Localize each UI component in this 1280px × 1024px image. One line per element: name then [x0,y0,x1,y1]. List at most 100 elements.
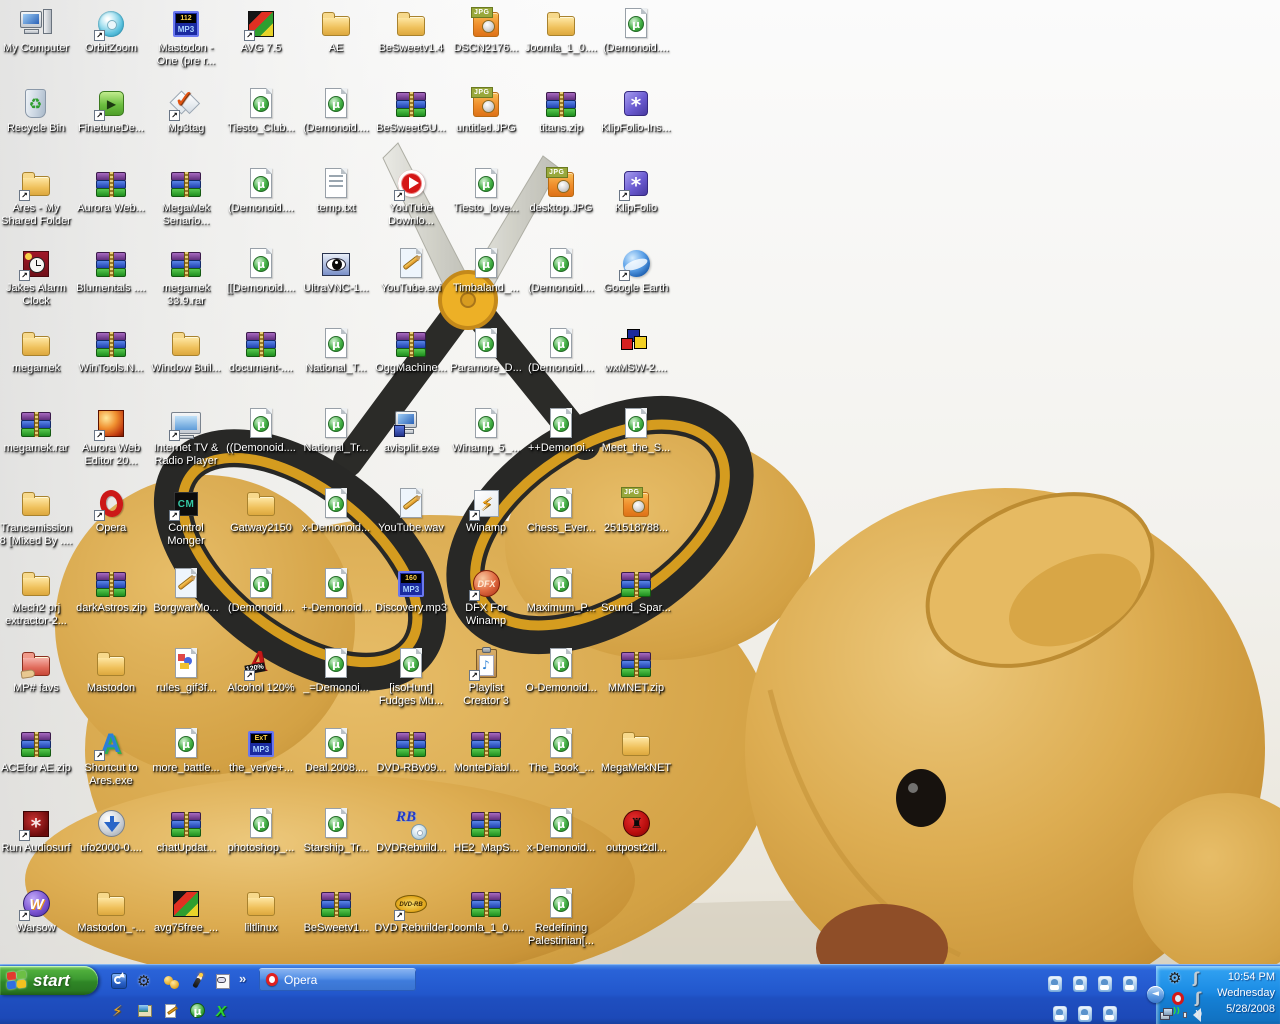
desktop-icon-x-demonoid[interactable]: µx-Demonoid... [522,807,600,855]
desktop-icon-opera[interactable]: ↗Opera [72,487,150,535]
desktop-icon-joomla-1-0[interactable]: Joomla_1_0..... [447,887,525,935]
quicklaunch-dynamite-icon[interactable] [189,973,206,990]
desktop-icon-outpost2dl[interactable]: ♜outpost2dl... [597,807,675,855]
tray-overflow-icon[interactable] [1048,976,1062,992]
desktop-icon-demonoid[interactable]: µ[[Demonoid.... [222,247,300,295]
desktop-icon-avg-7-5[interactable]: ↗AVG 7.5 [222,7,300,55]
quick-launch-more-chevron[interactable]: » [239,971,246,987]
tray-gray-swoosh-icon[interactable]: ʃ [1192,990,1210,1007]
desktop-icon-chatupdat[interactable]: chatUpdat... [147,807,225,855]
desktop-icon-he2-maps[interactable]: HE2_MapS... [447,807,525,855]
desktop-icon-demonoi[interactable]: µ++Demonoi... [522,407,600,455]
quicklaunch-xfire-x-icon[interactable]: X [215,1003,232,1020]
desktop-icon-shortcut-to-ares-exe[interactable]: A↗Shortcut to Ares.exe [72,727,150,788]
desktop-icon-blumentals[interactable]: Blumentals .... [72,247,150,295]
desktop-icon-mp-favs[interactable]: MP# favs [0,647,75,695]
desktop-icon-demonoid[interactable]: µ(Demonoid.... [297,87,375,135]
desktop-icon-the-verve[interactable]: ExTMP3the_verve+... [222,727,300,775]
desktop-icon-dfx-for-winamp[interactable]: DFX↗DFX For Winamp [447,567,525,628]
tray-chevron-button[interactable]: ◄ [1147,986,1164,1003]
desktop-icon-playlist-creator-3[interactable]: ♪↗Playlist Creator 3 [447,647,525,708]
task-button-opera[interactable]: Opera [259,968,416,991]
desktop-icon-google-earth[interactable]: ↗Google Earth [597,247,675,295]
desktop-icon-ufo2000-0[interactable]: ufo2000-0.... [72,807,150,855]
tray-overflow-icon[interactable] [1103,1006,1117,1022]
desktop-icon-klipfolio-ins[interactable]: *KlipFolio-Ins... [597,87,675,135]
desktop-icon-run-audiosurf[interactable]: *↗Run Audiosurf [0,807,75,855]
tray-overflow-icon[interactable] [1078,1006,1092,1022]
desktop-icon-internet-tv-radio-player[interactable]: ↗Internet TV & Radio Player [147,407,225,468]
desktop-icon-251518788[interactable]: JPG251518788... [597,487,675,535]
desktop-icon-national-t[interactable]: µNational_T... [297,327,375,375]
desktop-icon-darkastros-zip[interactable]: darkAstros.zip [72,567,150,615]
tray-opera-icon[interactable] [1170,990,1188,1007]
desktop-icon-youtube-avi[interactable]: YouTube.avi [372,247,450,295]
desktop-icon-winamp[interactable]: ⚡↗Winamp [447,487,525,535]
desktop-icon-timbaland[interactable]: µTimbaland_... [447,247,525,295]
desktop-icon-redefining-palestinian[interactable]: µRedefining Palestinian[... [522,887,600,948]
desktop-icon-youtube-downlo[interactable]: ↗YouTube Downlo... [372,167,450,228]
desktop-icon-rules-gif3f[interactable]: rules_gif3f... [147,647,225,695]
desktop-icon-dscn2176[interactable]: JPGDSCN2176... [447,7,525,55]
desktop-icon-megamek-33-9-rar[interactable]: megamek 33.9.rar [147,247,225,308]
desktop-icon-national-tr[interactable]: µNational_Tr... [297,407,375,455]
desktop-icon-temp-txt[interactable]: temp.txt [297,167,375,215]
desktop-icon-finetunede[interactable]: ▶↗FinetuneDe... [72,87,150,135]
desktop-icon-avg75free[interactable]: avg75free_... [147,887,225,935]
desktop-icon-demonoi[interactable]: µ_=Demonoi... [297,647,375,695]
desktop-icon-untitled-jpg[interactable]: JPGuntitled.JPG [447,87,525,135]
desktop-icon-chess-ever[interactable]: µChess_Ever... [522,487,600,535]
desktop-icon-x-demonoid[interactable]: µx-Demonoid... [297,487,375,535]
desktop-icon-orbitzoom[interactable]: ↗OrbitZoom [72,7,150,55]
desktop-icon-document[interactable]: document-.... [222,327,300,375]
desktop-icon-ae[interactable]: AE [297,7,375,55]
desktop-icon-dvd-rebuilder[interactable]: DVD-RB↗DVD Rebuilder [372,887,450,935]
tray-gray-swoosh-icon[interactable]: ʃ [1190,970,1208,987]
desktop-icon-mastodon[interactable]: Mastodon_-... [72,887,150,935]
desktop-icon-aurora-web-editor-20[interactable]: ↗Aurora Web Editor 20... [72,407,150,468]
desktop-icon-titans-zip[interactable]: titans.zip [522,87,600,135]
desktop-icon-wintools-n[interactable]: WinTools.N... [72,327,150,375]
quicklaunch-winamp-bolt-icon[interactable]: ⚡ [111,1003,128,1020]
desktop-icon-megamek[interactable]: megamek [0,327,75,375]
desktop-icon-recycle-bin[interactable]: ♻Recycle Bin [0,87,75,135]
desktop-icon-sound-spar[interactable]: Sound_Spar... [597,567,675,615]
desktop-icon-besweetgu[interactable]: BeSweetGU... [372,87,450,135]
desktop-icon-starship-tr[interactable]: µStarship_Tr... [297,807,375,855]
desktop-icon-besweetv1-4[interactable]: BeSweetv1.4 [372,7,450,55]
desktop-icon-demonoid[interactable]: µ+-Demonoid... [297,567,375,615]
desktop-icon-maximum-p[interactable]: µMaximum_P... [522,567,600,615]
desktop-icon-control-monger[interactable]: CM↗Control Monger [147,487,225,548]
desktop-icon-tiesto-club[interactable]: µTiesto_Club... [222,87,300,135]
desktop-icon-dvdrebuild[interactable]: RBDVDRebuild... [372,807,450,855]
desktop-icon-jakes-alarm-clock[interactable]: ↗Jakes Alarm Clock [0,247,75,308]
desktop-icon-deal-2008[interactable]: µDeal.2008.... [297,727,375,775]
desktop-icon-gatway2150[interactable]: Gatway2150 [222,487,300,535]
desktop-icon-liltlinux[interactable]: liltlinux [222,887,300,935]
desktop-icon-klipfolio[interactable]: *↗KlipFolio [597,167,675,215]
desktop-icon-ultravnc-1[interactable]: UltraVNC-1... [297,247,375,295]
quicklaunch-gold-balls-icon[interactable] [163,973,180,990]
desktop-icon-mastodon-one-pre-r[interactable]: 112MP3Mastodon - One (pre r... [147,7,225,68]
desktop-icon-megamek-rar[interactable]: megamek.rar [0,407,75,455]
desktop-icon-winamp-5[interactable]: µWinamp_5_... [447,407,525,455]
desktop-icon-trancemission-8-mixed-by[interactable]: Trancemission 8 [Mixed By .... [0,487,75,548]
desktop-icon-mp3tag[interactable]: ✓↗Mp3tag [147,87,225,135]
desktop-icon-window-buil[interactable]: Window Buil... [147,327,225,375]
quicklaunch-notepad-pencil-icon[interactable] [163,1003,180,1020]
desktop-icon-mastodon[interactable]: Mastodon [72,647,150,695]
desktop-icon-youtube-wav[interactable]: YouTube.wav [372,487,450,535]
tray-network-activity-icon[interactable]: )) [1160,1006,1178,1023]
desktop-icon-warsow[interactable]: W↗Warsow [0,887,75,935]
quicklaunch-refresh-blue-icon[interactable] [111,973,128,990]
desktop-icon-acefor-ae-zip[interactable]: ACEfor AE.zip [0,727,75,775]
desktop-icon-more-battle[interactable]: µmore_battle... [147,727,225,775]
desktop-icon-tiesto-love[interactable]: µTiesto_love... [447,167,525,215]
quicklaunch-image-viewer-icon[interactable] [137,1003,154,1020]
tray-overflow-icon[interactable] [1053,1006,1067,1022]
desktop-icon-megameknet[interactable]: MegaMekNET [597,727,675,775]
desktop-icon-joomla-1-0[interactable]: Joomla_1_0.... [522,7,600,55]
quicklaunch-utorrent-icon[interactable]: µ [189,1003,206,1020]
desktop-icon-demonoid[interactable]: µ(Demonoid.... [522,247,600,295]
desktop-icon-wxmsw-2[interactable]: wxMSW-2.... [597,327,675,375]
